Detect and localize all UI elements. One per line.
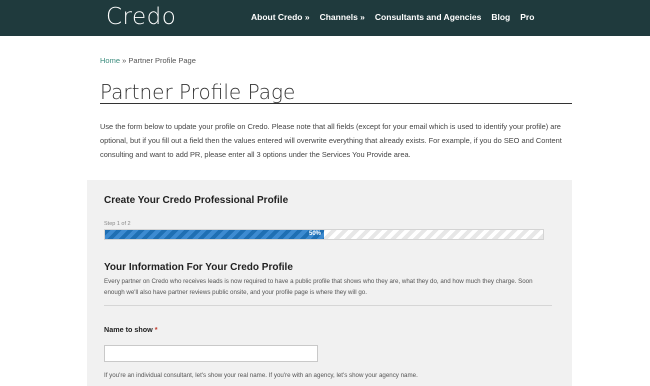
top-navigation-bar: Credo About Credo » Channels » Consultan…	[0, 0, 650, 36]
name-field-label-text: Name to show	[104, 325, 153, 334]
section-divider	[104, 305, 552, 306]
nav-item-channels[interactable]: Channels »	[320, 12, 365, 22]
step-indicator: Step 1 of 2	[104, 221, 131, 227]
progress-bar: 50%	[104, 229, 544, 240]
progress-bar-fill: 50%	[105, 230, 324, 239]
page-title: Partner Profile Page	[100, 80, 296, 104]
required-marker: *	[154, 325, 158, 334]
section-description: Every partner on Credo who receives lead…	[104, 278, 533, 296]
name-field-label: Name to show *	[104, 325, 158, 334]
intro-paragraph: Use the form below to update your profil…	[100, 122, 562, 159]
title-divider	[100, 103, 572, 104]
breadcrumb-home-link[interactable]: Home	[100, 56, 120, 65]
main-nav: About Credo » Channels » Consultants and…	[251, 12, 534, 22]
name-field-help-text: If you're an individual consultant, let'…	[104, 372, 418, 379]
nav-item-pro[interactable]: Pro	[520, 12, 534, 22]
progress-percent-label: 50%	[308, 231, 321, 237]
form-title: Create Your Credo Professional Profile	[104, 195, 289, 206]
nav-item-blog[interactable]: Blog	[491, 12, 510, 22]
breadcrumb: Home » Partner Profile Page	[100, 56, 196, 65]
name-to-show-input[interactable]	[104, 345, 318, 362]
breadcrumb-current: Partner Profile Page	[128, 56, 196, 65]
nav-item-about-credo[interactable]: About Credo »	[251, 12, 310, 22]
nav-item-consultants-agencies[interactable]: Consultants and Agencies	[375, 12, 481, 22]
site-logo[interactable]: Credo	[106, 4, 176, 30]
section-title: Your Information For Your Credo Profile	[104, 262, 293, 273]
